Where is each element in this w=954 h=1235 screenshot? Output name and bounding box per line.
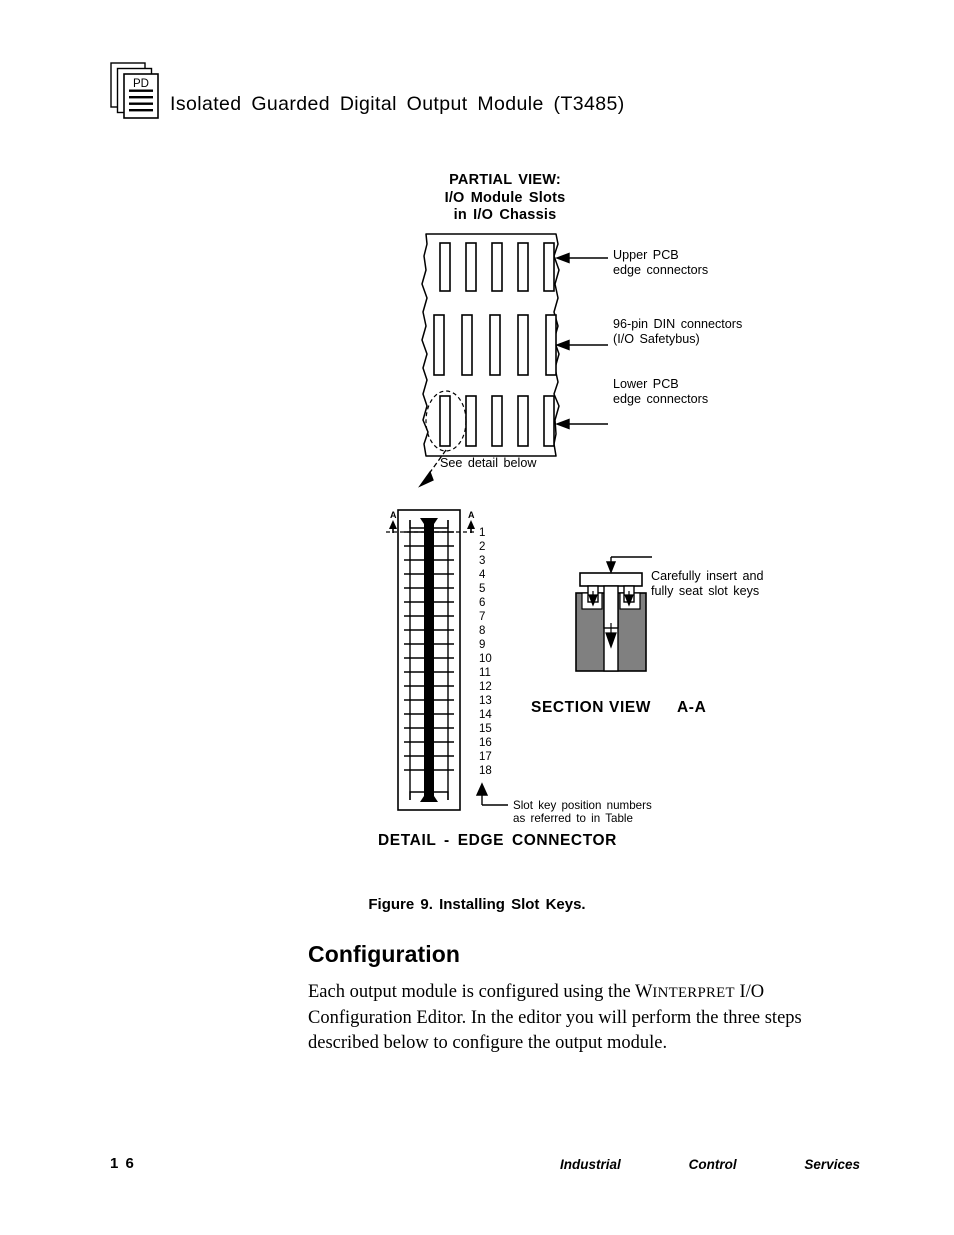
svg-text:3: 3 <box>479 555 485 567</box>
detail-edge-connector-label: DETAIL - EDGE CONNECTOR <box>378 832 617 849</box>
figure-caption: Figure 9. Installing Slot Keys. <box>368 896 586 913</box>
page-footer: 1 6 Industrial Control Services <box>0 1155 954 1195</box>
callout-din-connectors: 96-pin DIN connectors (I/O Safetybus) <box>613 317 742 347</box>
callout-lower-pcb: Lower PCB edge connectors <box>613 377 708 407</box>
section-view-label-text: SECTION VIEW <box>531 699 652 716</box>
callout-upper-pcb-line2: edge connectors <box>613 263 709 277</box>
footer-brand-word1: Industrial <box>560 1157 621 1172</box>
callout-lower-pcb-line2: edge connectors <box>613 392 709 406</box>
svg-text:4: 4 <box>479 569 486 581</box>
svg-text:6: 6 <box>479 597 485 609</box>
callout-upper-pcb-line1: Upper PCB <box>613 248 679 262</box>
partial-view-title-line3: in I/O Chassis <box>453 207 557 223</box>
winterpret-smallcaps: INTERPRET <box>652 985 735 1001</box>
footer-brand-word3: Services <box>804 1157 860 1172</box>
document-header: PD Isolated Guarded Digital Output Modul… <box>0 0 954 150</box>
figure-installing-slot-keys: PARTIAL VIEW: I/O Module Slots in I/O Ch… <box>0 150 954 880</box>
section-view-aa-text: A-A <box>677 699 707 716</box>
partial-view-title: PARTIAL VIEW: I/O Module Slots in I/O Ch… <box>425 172 585 225</box>
svg-text:18: 18 <box>479 765 492 777</box>
footer-brand: Industrial Control Services <box>560 1157 860 1172</box>
svg-text:2: 2 <box>479 541 485 553</box>
page-title: Isolated Guarded Digital Output Module (… <box>170 93 625 115</box>
partial-view-title-line1: PARTIAL VIEW: <box>449 172 561 188</box>
callout-insert-slot-keys-line2: fully seat slot keys <box>651 584 760 598</box>
callout-din-connectors-line2: (I/O Safetybus) <box>613 332 700 346</box>
callout-upper-pcb: Upper PCB edge connectors <box>613 248 708 278</box>
section-heading-configuration: Configuration <box>308 941 461 967</box>
svg-text:A: A <box>468 510 475 520</box>
svg-text:10: 10 <box>479 653 492 665</box>
svg-text:11: 11 <box>479 667 491 679</box>
svg-text:13: 13 <box>479 695 492 707</box>
svg-text:8: 8 <box>479 625 485 637</box>
svg-text:15: 15 <box>479 723 492 735</box>
svg-text:7: 7 <box>479 611 485 623</box>
config-body-part1: Each output module is configured using t… <box>308 982 635 1002</box>
section-view-label: SECTION VIEW A-A <box>531 699 706 717</box>
pd-document-stack-icon: PD <box>110 62 162 120</box>
footer-brand-word2: Control <box>688 1157 737 1172</box>
svg-text:9: 9 <box>479 639 485 651</box>
partial-view-title-line2: I/O Module Slots <box>444 189 566 206</box>
winterpret-initial: W <box>634 982 653 1002</box>
callout-see-detail-below: See detail below <box>440 456 537 470</box>
svg-text:16: 16 <box>479 737 492 749</box>
svg-text:A: A <box>390 510 397 520</box>
svg-text:17: 17 <box>479 751 492 763</box>
callout-lower-pcb-line1: Lower PCB <box>613 377 679 391</box>
svg-text:as referred to in Table: as referred to in Table <box>513 812 633 822</box>
callout-din-connectors-line1: 96-pin DIN connectors <box>613 317 743 331</box>
configuration-body-text: Each output module is configured using t… <box>308 980 853 1056</box>
svg-text:5: 5 <box>479 583 485 595</box>
callout-insert-slot-keys: Carefully insert and fully seat slot key… <box>651 569 764 599</box>
svg-text:PD: PD <box>133 78 149 90</box>
svg-text:12: 12 <box>479 681 492 693</box>
svg-text:14: 14 <box>479 709 492 721</box>
svg-text:Slot key position numbers: Slot key position numbers <box>513 799 652 812</box>
callout-insert-slot-keys-line1: Carefully insert and <box>651 569 764 583</box>
page-number: 1 6 <box>110 1155 136 1172</box>
svg-text:1: 1 <box>479 527 485 539</box>
